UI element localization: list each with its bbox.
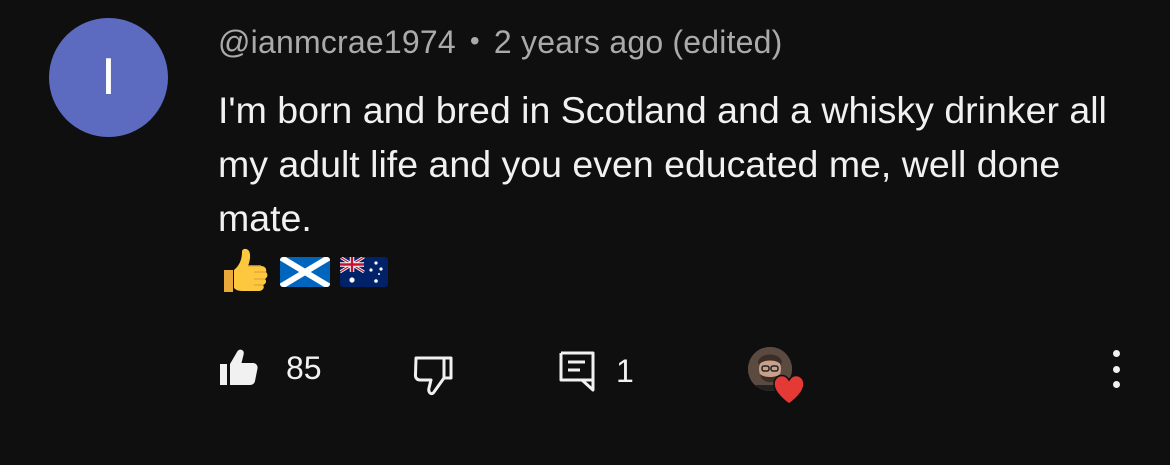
- comment-text: I'm born and bred in Scotland and a whis…: [218, 89, 1107, 239]
- like-button[interactable]: 85: [218, 348, 322, 388]
- comment-header: @ianmcrae1974 • 2 years ago (edited): [218, 24, 783, 61]
- dislike-button[interactable]: [412, 354, 454, 396]
- thumbs-down-icon: [413, 356, 453, 396]
- author-handle[interactable]: @ianmcrae1974: [218, 24, 456, 60]
- thumbs-up-icon: [220, 349, 258, 385]
- more-options-icon: [1112, 350, 1120, 357]
- reply-button[interactable]: 1: [558, 350, 634, 392]
- more-options-button[interactable]: [1100, 346, 1132, 392]
- author-avatar[interactable]: I: [49, 18, 168, 137]
- meta-separator: •: [469, 25, 480, 56]
- australia-flag-emoji: [340, 257, 388, 287]
- like-count: 85: [286, 349, 322, 386]
- heart-icon: [773, 374, 805, 405]
- reply-count: 1: [616, 352, 634, 389]
- thumbs-up-emoji: [224, 248, 268, 292]
- creator-heart-badge: [745, 344, 807, 406]
- avatar-initial: I: [101, 47, 116, 106]
- comment-action-bar: 85 1: [0, 340, 1170, 400]
- comment-timestamp[interactable]: 2 years ago (edited): [494, 24, 783, 60]
- reply-comment-icon: [559, 351, 595, 392]
- comment-emoji-row: [218, 246, 388, 298]
- scotland-flag-emoji: [280, 257, 330, 287]
